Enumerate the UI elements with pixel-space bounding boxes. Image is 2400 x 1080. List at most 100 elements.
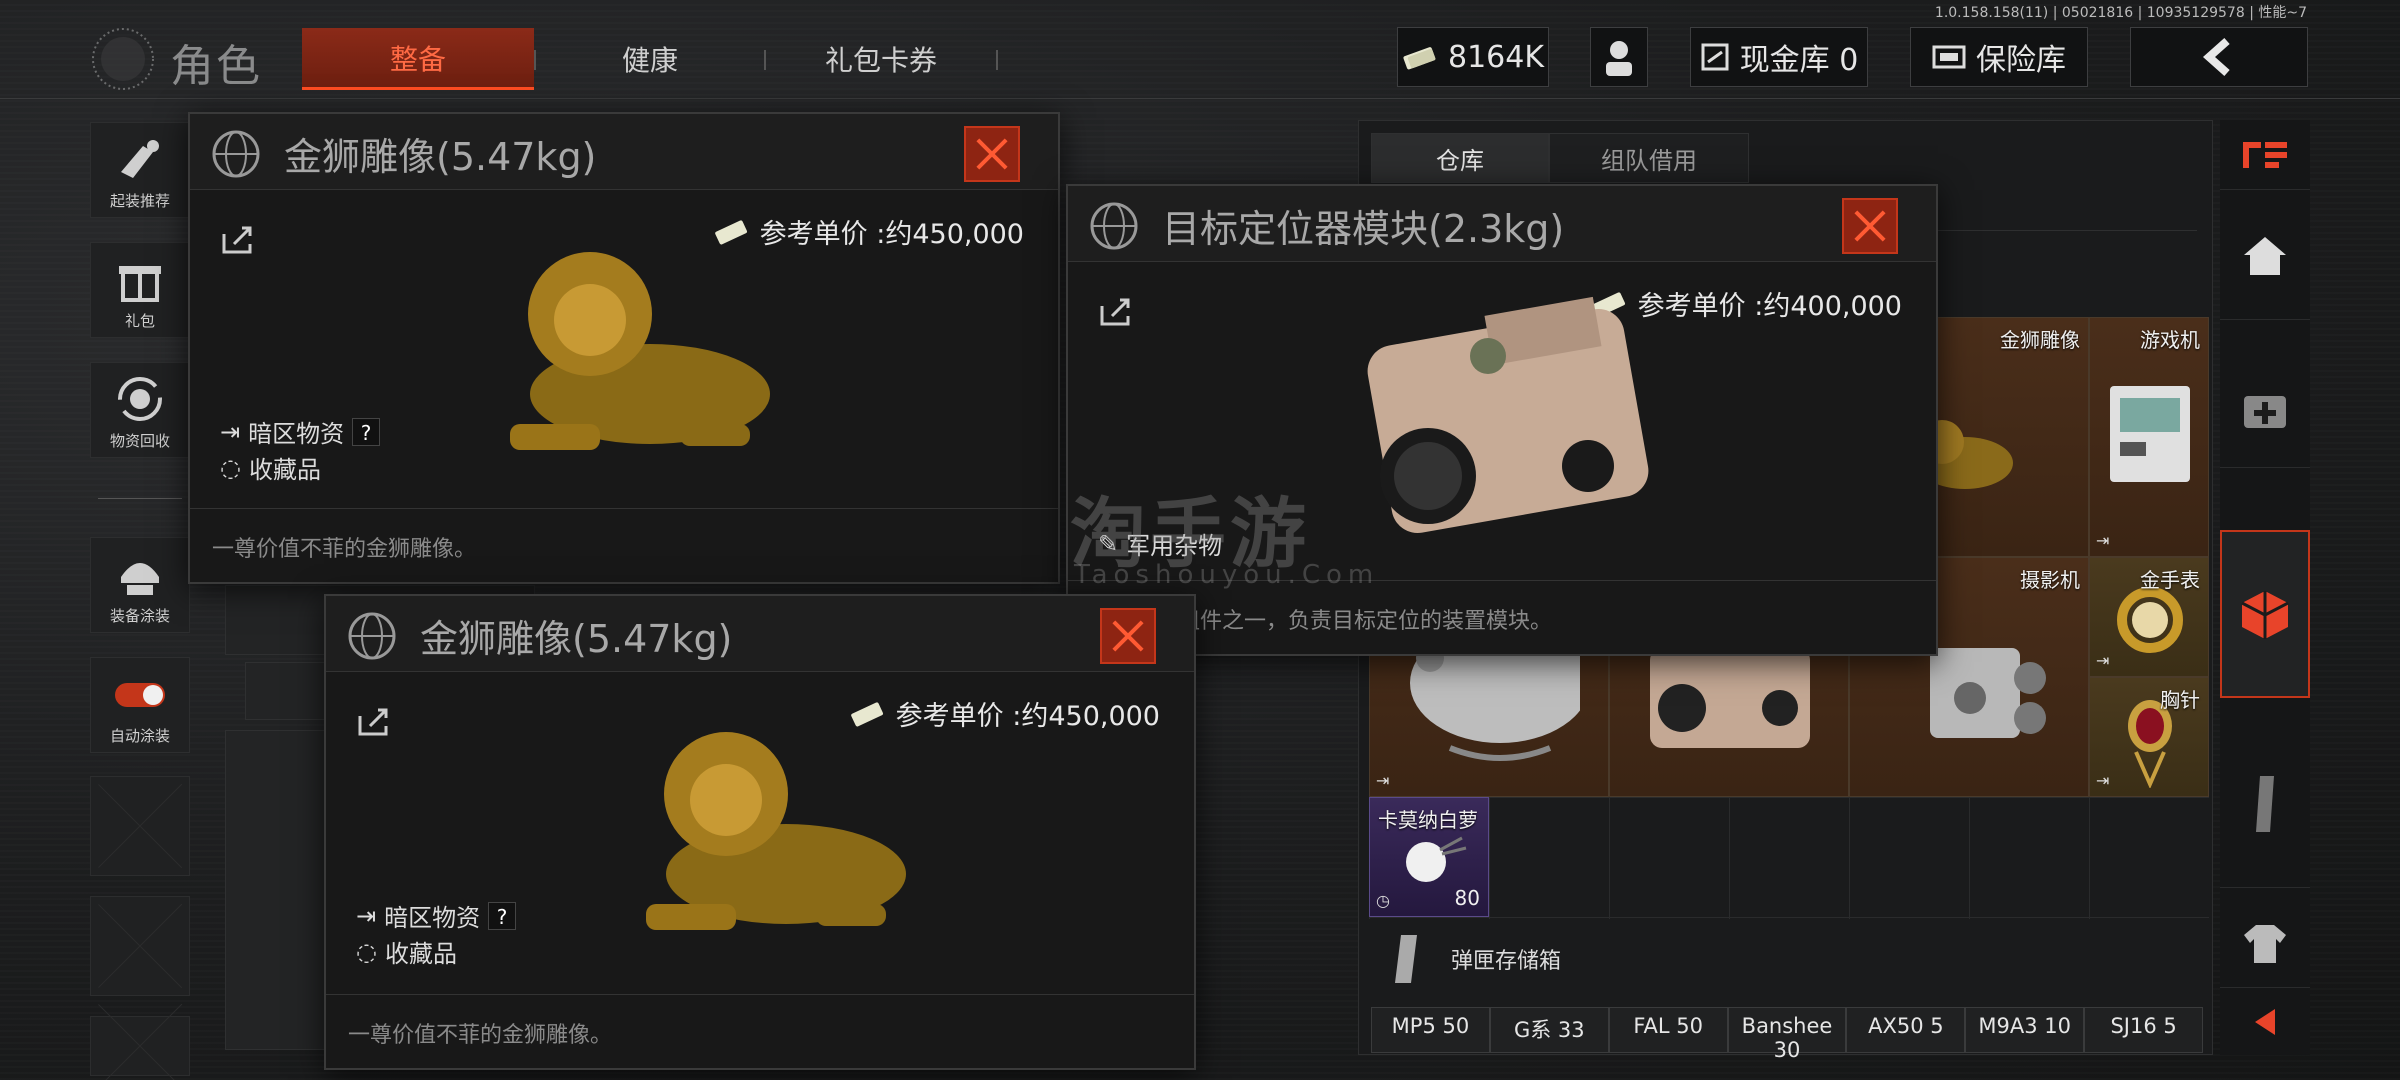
gear-recommend-icon [121,140,159,178]
sidebar-item-auto-paint[interactable]: 自动涂装 [90,657,190,753]
header-divider [0,98,2400,99]
ammo-storage-label: 弹匣存储箱 [1451,949,1562,974]
tab-team-borrow[interactable]: 组队借用 [1549,133,1749,183]
tab-separator [996,50,998,70]
exit-icon: ⇥ [2096,771,2110,790]
rail-home[interactable] [2220,192,2310,320]
tab-gift-coupons[interactable]: 礼包卡券 [765,28,997,90]
empty-slot[interactable] [90,1016,190,1076]
popup-title: 金狮雕像(5.47kg) [284,135,597,179]
empty-slot[interactable] [90,896,190,996]
vault-icon [1701,43,1729,71]
ammo-cell[interactable]: M9A3 10 [1965,1007,2085,1053]
sidebar-item-gift[interactable]: 礼包 [90,242,190,338]
tab-gear[interactable]: 整备 [302,28,534,90]
timer-icon: ◷ [1376,891,1390,910]
helmet-paint-icon [121,563,159,595]
storage-item-gold-watch[interactable]: 金手表 ⇥ [2089,557,2209,677]
ammo-storage-row[interactable]: 弹匣存储箱 [1389,933,1561,985]
target-locator-image [1367,296,1649,534]
back-button[interactable] [2130,27,2308,87]
rail-collapse[interactable] [2220,992,2310,1052]
item-detail-popup: 目标定位器模块(2.3kg) 参考单价 :约400,000 ✎ 军用杂物 测距仪… [1066,184,1938,656]
tab-health[interactable]: 健康 [535,28,765,90]
help-icon[interactable]: ? [488,901,517,930]
rail-menu-button[interactable] [2220,120,2310,190]
tag-label: 军用杂物 [1126,532,1223,560]
ammo-cell[interactable]: SJ16 5 [2084,1007,2204,1053]
item-detail-popup: 金狮雕像(5.47kg) 参考单价 :约450,000 ⇥ 暗区物资 ? ◌ 收… [188,112,1060,584]
close-button[interactable] [964,126,1020,182]
ammo-cell[interactable]: FAL 50 [1608,1007,1728,1053]
currency-display[interactable]: 8164K [1397,27,1549,87]
item-name: 卡莫纳白萝 [1378,808,1478,832]
storage-box-icon [2241,591,2289,639]
close-button[interactable] [1842,198,1898,254]
agent-button[interactable] [1590,27,1648,87]
insurance-button[interactable]: 保险库 [1910,27,2088,87]
rail-ammo[interactable] [2220,720,2310,888]
toggle-icon[interactable] [113,667,167,721]
popup-header: 金狮雕像(5.47kg) [190,114,1058,190]
rail-clothing[interactable] [2220,900,2310,988]
tag-label: 收藏品 [248,456,321,484]
tag-label: 收藏品 [384,940,457,968]
home-icon [2244,236,2286,275]
ammo-cell[interactable]: AX50 5 [1846,1007,1966,1053]
ammo-cell[interactable]: MP5 50 [1371,1007,1490,1053]
sidebar-item-recycle[interactable]: 物资回收 [90,362,190,458]
exit-icon: ⇥ [220,417,241,446]
lion-statue-image [646,732,906,930]
game-console-icon [2110,386,2190,482]
storage-item-brooch[interactable]: 胸针 ⇥ [2089,677,2209,797]
sidebar-item-label: 装备涂装 [109,607,170,625]
insurance-icon [1932,45,1966,69]
item-name: 金狮雕像 [2000,328,2080,352]
exit-icon: ⇥ [2096,651,2110,670]
share-icon[interactable] [1098,296,1134,328]
storage-tabs: 仓库 组队借用 [1371,133,1749,183]
sidebar-item-paint[interactable]: 装备涂装 [90,537,190,633]
collapse-arrow-icon [2255,1009,2275,1035]
popup-title: 金狮雕像(5.47kg) [420,617,733,661]
lion-statue-image [510,252,770,450]
ammo-cell[interactable]: G系 33 [1489,1007,1609,1053]
close-button[interactable] [1100,608,1156,664]
rail-storage[interactable] [2220,530,2310,698]
empty-slot[interactable] [90,776,190,876]
shirt-icon [2244,924,2286,963]
tab-warehouse[interactable]: 仓库 [1371,133,1549,183]
storage-item-radish[interactable]: 卡莫纳白萝 80 ◷ [1369,797,1489,917]
tag-label: 暗区物资 [384,904,481,932]
globe-logo-icon [92,28,154,90]
menu-logo-icon [2243,141,2287,168]
magazine-icon [2256,775,2274,832]
storage-item-game-console[interactable]: 游戏机 ⇥ [2089,317,2209,557]
recycle-icon [118,377,162,421]
item-description: 测距仪的组件之一，负责目标定位的装置模块。 [1068,580,1936,654]
page-title: 角色 [170,41,262,92]
tag-collectible: ◌ 收藏品 [220,450,321,485]
price-text: 参考单价 :约450,000 [759,219,1024,250]
exit-icon: ⇥ [356,901,377,930]
item-name: 胸针 [2160,688,2200,712]
exit-icon: ⇥ [2096,531,2110,550]
help-icon[interactable]: ? [352,417,381,446]
sidebar-item-label: 自动涂装 [109,727,170,745]
insurance-label: 保险库 [1976,43,2066,78]
medkit-icon [2244,395,2286,428]
item-name: 游戏机 [2140,328,2200,352]
tag-military: ✎ 军用杂物 [1098,526,1222,561]
tab-gift-coupons-label: 礼包卡券 [824,44,937,77]
share-icon[interactable] [220,224,256,256]
agent-icon [1606,41,1632,76]
ring-icon: ◌ [356,937,377,966]
item-name: 金手表 [2140,568,2200,592]
share-icon[interactable] [356,706,392,738]
sidebar-divider [98,498,182,499]
gift-icon [119,266,161,302]
sidebar-item-recommend[interactable]: 起装推荐 [90,122,190,218]
ammo-cell[interactable]: Banshee 30 [1727,1007,1847,1062]
rail-medical[interactable] [2220,350,2310,468]
cash-vault-button[interactable]: 现金库 0 [1690,27,1868,87]
